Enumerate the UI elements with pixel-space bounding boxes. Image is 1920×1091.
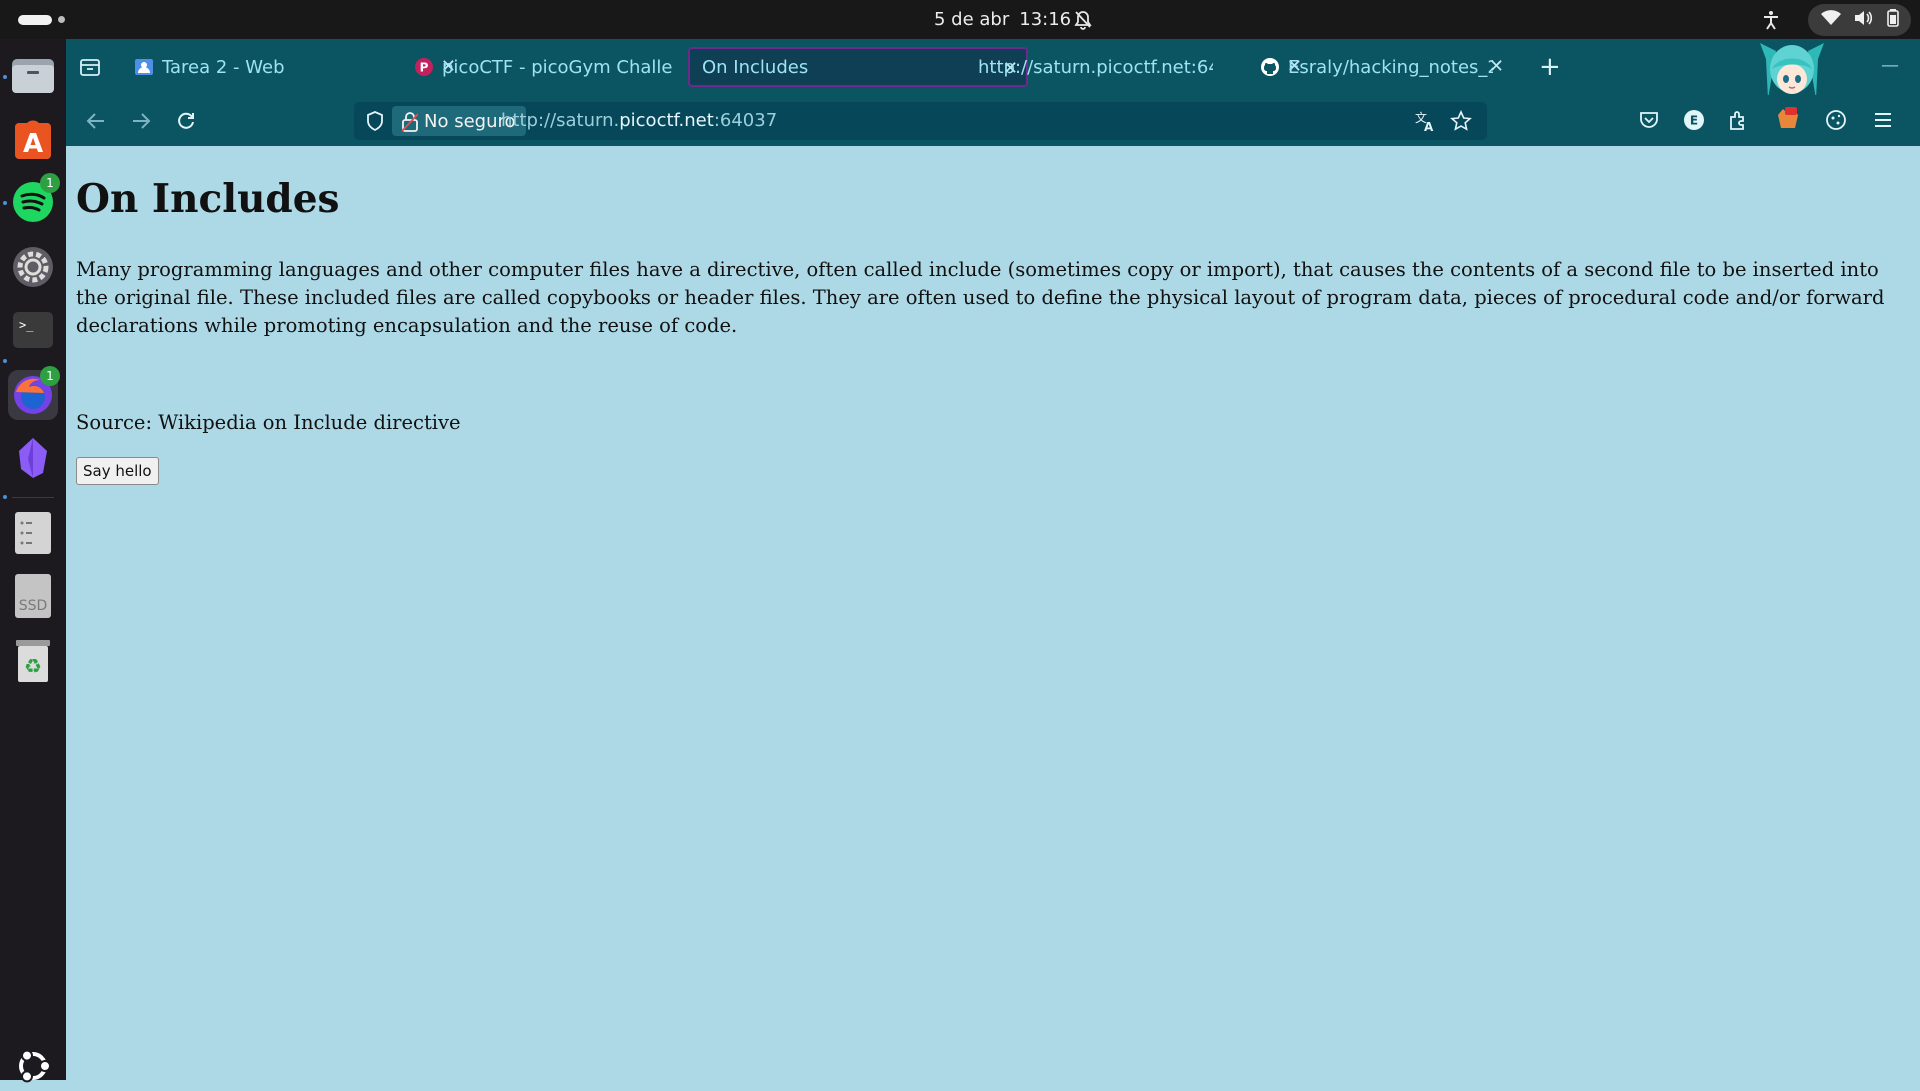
tab-github-hacking-notes[interactable]: Esraly/hacking_notes_2024 ✕ [1260, 47, 1512, 87]
ubuntu-icon[interactable] [8, 1041, 58, 1091]
tracking-protection-icon[interactable] [366, 111, 384, 135]
notification-badge: 1 [40, 366, 60, 386]
page-source-credit: Source: Wikipedia on Include directive [76, 411, 461, 434]
page-paragraph: Many programming languages and other com… [76, 258, 1885, 337]
reload-button[interactable] [172, 107, 200, 135]
pocket-icon[interactable] [1635, 106, 1663, 134]
svg-text:♻: ♻ [24, 654, 42, 678]
dock: A 1 >_ 1 SSD ♻ [0, 39, 66, 1083]
extensions-puzzle-icon[interactable] [1725, 106, 1753, 134]
back-button[interactable] [82, 107, 110, 135]
svg-text:A: A [23, 129, 43, 159]
close-icon[interactable]: ✕ [1489, 56, 1504, 77]
github-icon [1260, 57, 1280, 77]
tab-title: Esraly/hacking_notes_2024 [1288, 56, 1493, 78]
firefox-icon[interactable]: 1 [8, 366, 60, 420]
spotify-icon[interactable]: 1 [8, 173, 60, 227]
tab-on-includes[interactable]: On Includes ✕ [688, 47, 1028, 87]
tab-overview-icon[interactable] [80, 57, 100, 81]
insecure-lock-icon [401, 112, 419, 137]
text-editor-icon[interactable] [8, 508, 58, 558]
workspace-active-pill [18, 14, 52, 25]
tab-title: On Includes [702, 56, 809, 78]
url-prefix: http://saturn. [501, 110, 620, 131]
picoctf-icon: P [414, 57, 434, 77]
translate-icon[interactable]: 文A [1414, 110, 1436, 136]
notifications-icon[interactable] [1074, 10, 1092, 34]
wifi-icon [1820, 10, 1841, 30]
running-indicator [3, 75, 7, 79]
running-indicator [3, 495, 7, 499]
running-indicator [3, 201, 7, 205]
svg-text:A: A [1424, 120, 1434, 132]
extension-e-icon[interactable]: E [1680, 106, 1708, 134]
battery-icon [1886, 9, 1899, 31]
svg-text:P: P [420, 61, 429, 75]
trash-icon[interactable]: ♻ [8, 635, 58, 685]
forward-button[interactable] [127, 107, 155, 135]
tab-title: Tarea 2 - Web [162, 56, 285, 78]
clock-date: 5 de abr [934, 9, 1010, 30]
address-bar[interactable]: No seguro http://saturn.picoctf.net:6403… [354, 102, 1487, 140]
foxyproxy-extension-icon[interactable] [1774, 106, 1802, 134]
clock-time: 13:16 [1019, 9, 1072, 30]
volume-icon [1854, 10, 1874, 30]
svg-text:E: E [1690, 114, 1698, 128]
obsidian-icon[interactable] [8, 433, 58, 483]
files-icon[interactable] [8, 50, 58, 100]
dock-separator [12, 497, 54, 498]
tab-title: picoCTF - picoGym Challenges [442, 56, 674, 78]
workspace-dot [58, 16, 65, 23]
accessibility-icon[interactable] [1762, 10, 1780, 34]
url-suffix: :64037 [713, 110, 778, 131]
system-status-menu[interactable] [1808, 4, 1911, 36]
terminal-icon[interactable]: >_ [8, 305, 58, 355]
new-tab-button[interactable]: + [1539, 52, 1561, 82]
classroom-icon [134, 57, 154, 77]
drive-icon[interactable]: SSD [8, 571, 58, 621]
notification-badge: 1 [40, 173, 60, 193]
system-top-bar: 5 de abr 13:16 [0, 0, 1920, 39]
running-indicator [3, 359, 7, 363]
url-text[interactable]: http://saturn.picoctf.net:64037 [501, 110, 777, 131]
clock[interactable]: 5 de abr 13:16 [934, 9, 1071, 30]
minimize-button[interactable]: — [1881, 55, 1899, 76]
url-host: picoctf.net [619, 110, 714, 131]
page-title: On Includes [76, 176, 340, 222]
browser-nav-bar: No seguro http://saturn.picoctf.net:6403… [66, 95, 1920, 146]
settings-icon[interactable] [8, 242, 58, 292]
say-hello-button[interactable]: Say hello [76, 457, 159, 485]
drive-label: SSD [19, 598, 48, 614]
tab-title: http://saturn.picoctf.net:64037/ [978, 56, 1213, 78]
window-controls: — ❐ ✕ [1881, 55, 1920, 76]
menu-hamburger-icon[interactable] [1869, 106, 1897, 134]
browser-tab-bar: Tarea 2 - Web ✕ P picoCTF - picoGym Chal… [66, 39, 1920, 99]
svg-text:>_: >_ [19, 318, 34, 332]
cookie-extension-icon[interactable] [1822, 106, 1850, 134]
web-page: On Includes Many programming languages a… [66, 146, 1920, 1080]
app-center-icon[interactable]: A [8, 114, 58, 164]
activities-indicator[interactable] [18, 14, 65, 25]
bookmark-star-icon[interactable] [1450, 110, 1472, 136]
